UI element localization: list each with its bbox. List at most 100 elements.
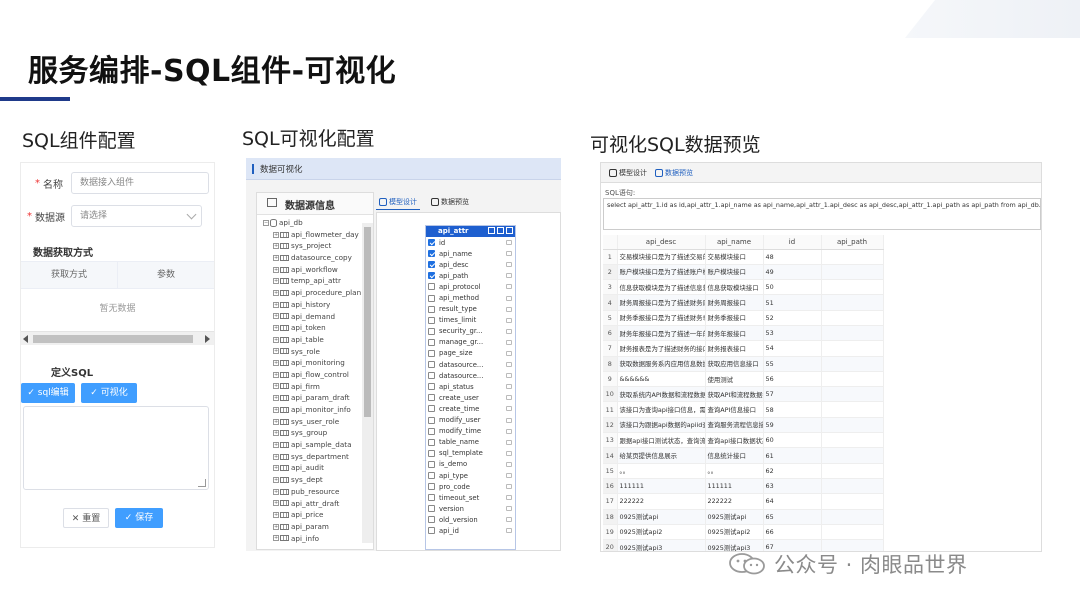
field-comment-icon[interactable] — [506, 350, 512, 356]
expand-icon[interactable]: + — [273, 488, 279, 495]
field-checkbox[interactable] — [428, 483, 435, 491]
entity-card[interactable]: api_attr id api_name api_desc api_path api_p… — [425, 225, 516, 550]
expand-icon[interactable]: + — [273, 266, 279, 273]
tree-table-node[interactable]: + api_flow_control — [257, 369, 363, 381]
tree-table-node[interactable]: + api_param_draft — [257, 392, 363, 404]
field-checkbox[interactable] — [428, 449, 435, 457]
field-checkbox[interactable] — [428, 283, 435, 291]
field-checkbox[interactable] — [428, 239, 435, 247]
column-header[interactable]: api_desc — [617, 235, 706, 250]
field-comment-icon[interactable] — [506, 484, 512, 490]
field-comment-icon[interactable] — [506, 495, 512, 501]
field-comment-icon[interactable] — [506, 306, 512, 312]
expand-icon[interactable]: + — [273, 313, 279, 320]
field-checkbox[interactable] — [428, 327, 435, 335]
tab-model-design[interactable]: 模型设计 — [376, 195, 420, 210]
table-row[interactable]: 10 获取系统内API数据和流程数据结 获取API和流程数据接 57 — [603, 386, 884, 403]
field-checkbox[interactable] — [428, 505, 435, 513]
field-comment-icon[interactable] — [506, 528, 512, 534]
tree-table-node[interactable]: + api_firm — [257, 381, 363, 393]
expand-icon[interactable]: + — [273, 371, 279, 378]
field-comment-icon[interactable] — [506, 439, 512, 445]
expand-icon[interactable]: + — [273, 336, 279, 343]
expand-icon[interactable]: + — [273, 360, 279, 367]
field-comment-icon[interactable] — [506, 273, 512, 279]
expand-icon[interactable]: + — [273, 278, 279, 285]
minimize-icon[interactable] — [488, 227, 495, 234]
table-row[interactable]: 11 该接口为查询api接口信息，需要 查询API信息接口 58 — [603, 401, 884, 418]
expand-icon[interactable]: + — [273, 243, 279, 250]
field-comment-icon[interactable] — [506, 339, 512, 345]
expand-icon[interactable]: + — [273, 289, 279, 296]
field-checkbox[interactable] — [428, 427, 435, 435]
expand-icon[interactable]: + — [273, 301, 279, 308]
table-row[interactable]: 18 0925测试api 0925测试api 65 — [603, 509, 884, 525]
table-row[interactable]: 15。。。。 62 — [603, 463, 884, 479]
field-comment-icon[interactable] — [506, 284, 512, 290]
tree-table-node[interactable]: + api_monitoring — [257, 357, 363, 369]
field-comment-icon[interactable] — [506, 406, 512, 412]
scroll-thumb[interactable] — [33, 335, 193, 343]
field-checkbox[interactable] — [428, 372, 435, 380]
field-checkbox[interactable] — [428, 272, 435, 280]
field-comment-icon[interactable] — [506, 328, 512, 334]
field-checkbox[interactable] — [428, 438, 435, 446]
name-input[interactable]: 数据接入组件 — [71, 172, 209, 194]
field-checkbox[interactable] — [428, 361, 435, 369]
field-checkbox[interactable] — [428, 305, 435, 313]
tree-table-node[interactable]: + api_table — [257, 334, 363, 346]
tree-table-node[interactable]: + sys_user_role — [257, 416, 363, 428]
sql-textarea[interactable] — [23, 406, 209, 490]
vertical-scrollbar[interactable] — [362, 223, 373, 543]
table-row[interactable]: 9 &&&&&& 使用测试 56 — [603, 371, 884, 388]
sql-edit-button[interactable]: ✓ sql编辑 — [21, 383, 75, 403]
column-header[interactable]: id — [763, 235, 822, 250]
table-row[interactable]: 6 财务年报接口是为了描述一年的 财务年报接口 53 — [603, 325, 884, 342]
tree-table-node[interactable]: + sys_department — [257, 451, 363, 463]
scroll-right-icon[interactable] — [205, 335, 210, 343]
field-checkbox[interactable] — [428, 250, 435, 258]
expand-icon[interactable]: − — [263, 219, 269, 226]
visualize-button[interactable]: ✓ 可视化 — [81, 383, 137, 403]
field-comment-icon[interactable] — [506, 295, 512, 301]
field-comment-icon[interactable] — [506, 373, 512, 379]
expand-icon[interactable]: + — [273, 383, 279, 390]
tree-table-node[interactable]: + api_sample_data — [257, 439, 363, 451]
field-checkbox[interactable] — [428, 516, 435, 524]
scroll-left-icon[interactable] — [23, 335, 28, 343]
table-row[interactable]: 8 获取数据服务系内应用信息数据 获取应用信息接口 55 — [603, 356, 884, 372]
field-comment-icon[interactable] — [506, 417, 512, 423]
expand-icon[interactable]: + — [273, 512, 279, 519]
table-row[interactable]: 16 111111 111111 63 — [603, 478, 884, 495]
field-checkbox[interactable] — [428, 460, 435, 468]
table-row[interactable]: 2 账户模块接口是为了描述账户模 账户模块接口 49 — [603, 264, 884, 281]
resize-grip-icon[interactable] — [198, 479, 206, 487]
field-comment-icon[interactable] — [506, 428, 512, 434]
tree-table-node[interactable]: + api_param — [257, 521, 363, 533]
table-row[interactable]: 17 222222 222222 64 — [603, 493, 884, 510]
column-header[interactable]: api_name — [705, 235, 764, 250]
table-row[interactable]: 3 信息获取模块是为了描述信息获 信息获取模块接口 50 — [603, 279, 884, 296]
field-comment-icon[interactable] — [506, 506, 512, 512]
expand-icon[interactable]: + — [273, 348, 279, 355]
expand-icon[interactable]: + — [273, 325, 279, 332]
scroll-thumb[interactable] — [364, 227, 371, 417]
tree-table-node[interactable]: + api_audit — [257, 462, 363, 474]
tree-table-node[interactable]: + sys_dept — [257, 474, 363, 486]
tree-table-node[interactable]: + api_workflow — [257, 264, 363, 276]
tree-table-node[interactable]: + sys_group — [257, 427, 363, 439]
field-comment-icon[interactable] — [506, 251, 512, 257]
tree-table-node[interactable]: + temp_api_attr — [257, 275, 363, 287]
horizontal-scrollbar[interactable] — [21, 331, 214, 345]
field-checkbox[interactable] — [428, 527, 435, 535]
reset-button[interactable]: ✕ 重置 — [63, 508, 109, 528]
tree-table-node[interactable]: + api_token — [257, 322, 363, 334]
expand-icon[interactable]: + — [273, 406, 279, 413]
field-comment-icon[interactable] — [506, 517, 512, 523]
tree-table-node[interactable]: + api_demand — [257, 311, 363, 323]
field-comment-icon[interactable] — [506, 473, 512, 479]
field-checkbox[interactable] — [428, 472, 435, 480]
expand-icon[interactable]: + — [273, 254, 279, 261]
tree-table-node[interactable]: + api_history — [257, 299, 363, 311]
table-row[interactable]: 13 跟据api接口测试状态，查询流程 查询api接口数据状态 60 — [603, 432, 884, 449]
